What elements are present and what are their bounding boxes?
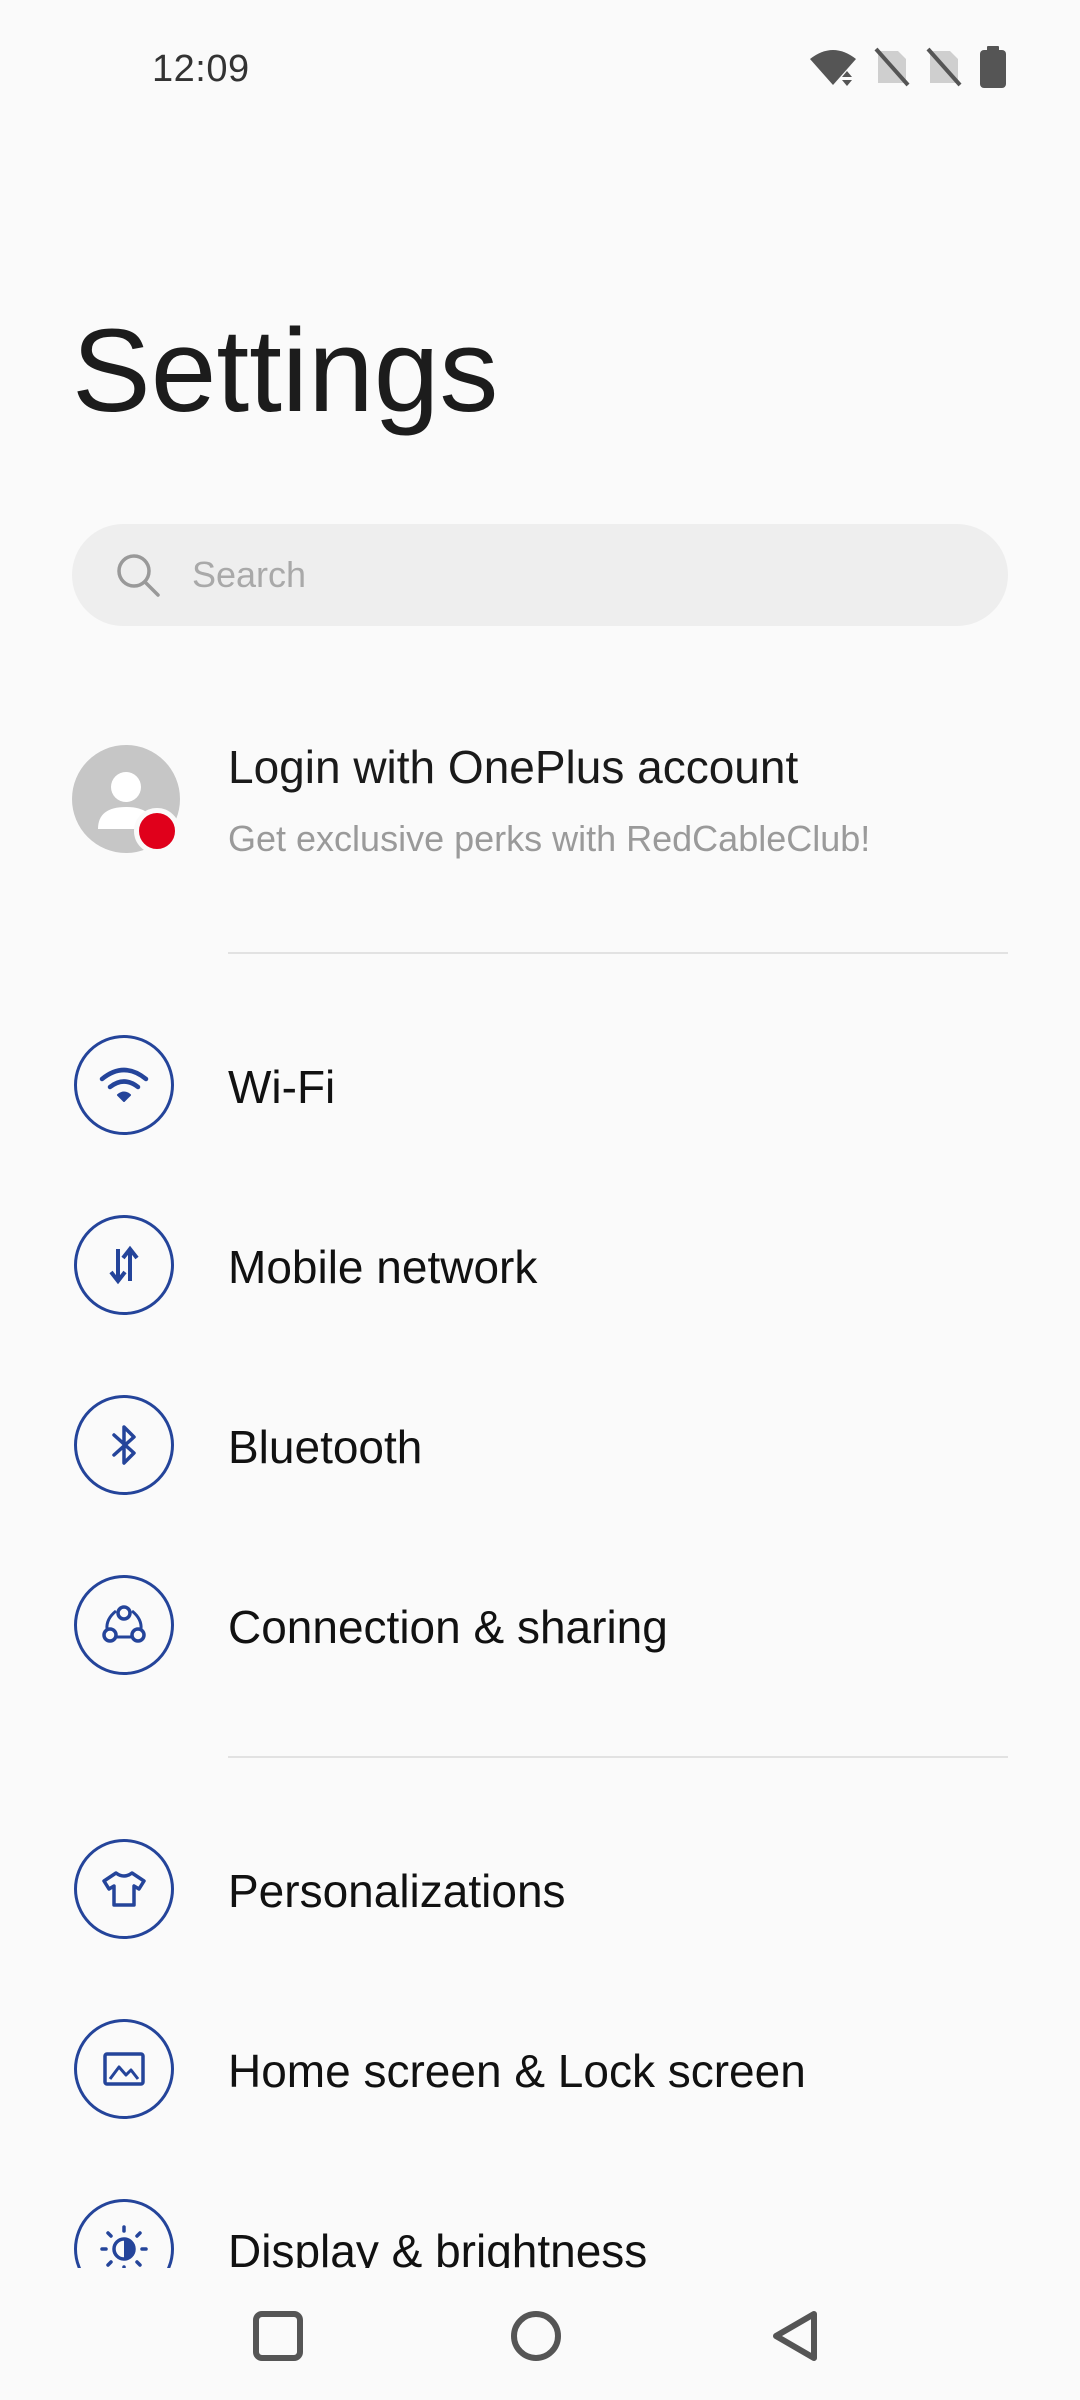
setting-label: Connection & sharing (228, 1601, 668, 1653)
setting-label: Personalizations (228, 1865, 566, 1917)
setting-label: Home screen & Lock screen (228, 2045, 806, 2097)
search-bar[interactable] (72, 524, 1008, 626)
account-title: Login with OnePlus account (228, 741, 799, 793)
back-button[interactable] (748, 2288, 844, 2384)
divider (228, 952, 1008, 954)
home-button[interactable] (488, 2288, 584, 2384)
setting-item-home-lock-screen[interactable]: Home screen & Lock screen (0, 1996, 1080, 2146)
setting-label: Display & brightness (228, 2225, 648, 2268)
picture-icon (74, 2019, 174, 2119)
setting-label: Wi-Fi (228, 1061, 336, 1113)
page-title: Settings (72, 305, 499, 437)
settings-screen: 12:09 Settings Search Login with OnePlus… (0, 0, 1080, 2400)
connection-sharing-icon (74, 1575, 174, 1675)
search-input[interactable] (190, 553, 954, 597)
setting-item-mobile-network[interactable]: Mobile network (0, 1192, 1080, 1342)
setting-item-wifi[interactable]: Wi-Fi (0, 1012, 1080, 1162)
mobile-data-icon (74, 1215, 174, 1315)
notification-badge (134, 808, 180, 854)
circle-icon (511, 2311, 561, 2361)
setting-item-display-brightness[interactable]: Display & brightness (0, 2176, 1080, 2268)
setting-label: Bluetooth (228, 1421, 423, 1473)
back-triangle-icon (773, 2311, 817, 2361)
tshirt-icon (74, 1839, 174, 1939)
square-icon (253, 2311, 303, 2361)
recents-button[interactable] (230, 2288, 326, 2384)
setting-label: Mobile network (228, 1241, 538, 1293)
wifi-icon (74, 1035, 174, 1135)
brightness-icon (74, 2199, 174, 2268)
account-subtitle: Get exclusive perks with RedCableClub! (228, 818, 871, 859)
navigation-bar (0, 2268, 1080, 2400)
scroll-content[interactable]: Settings Login with OnePlus account Get … (0, 0, 1080, 2268)
setting-item-bluetooth[interactable]: Bluetooth (0, 1372, 1080, 1522)
setting-item-personalizations[interactable]: Personalizations (0, 1816, 1080, 1966)
account-login-row[interactable]: Login with OnePlus account Get exclusive… (0, 720, 1080, 880)
bluetooth-icon (74, 1395, 174, 1495)
search-icon (117, 554, 160, 597)
divider (228, 1756, 1008, 1758)
setting-item-connection-sharing[interactable]: Connection & sharing (0, 1552, 1080, 1702)
